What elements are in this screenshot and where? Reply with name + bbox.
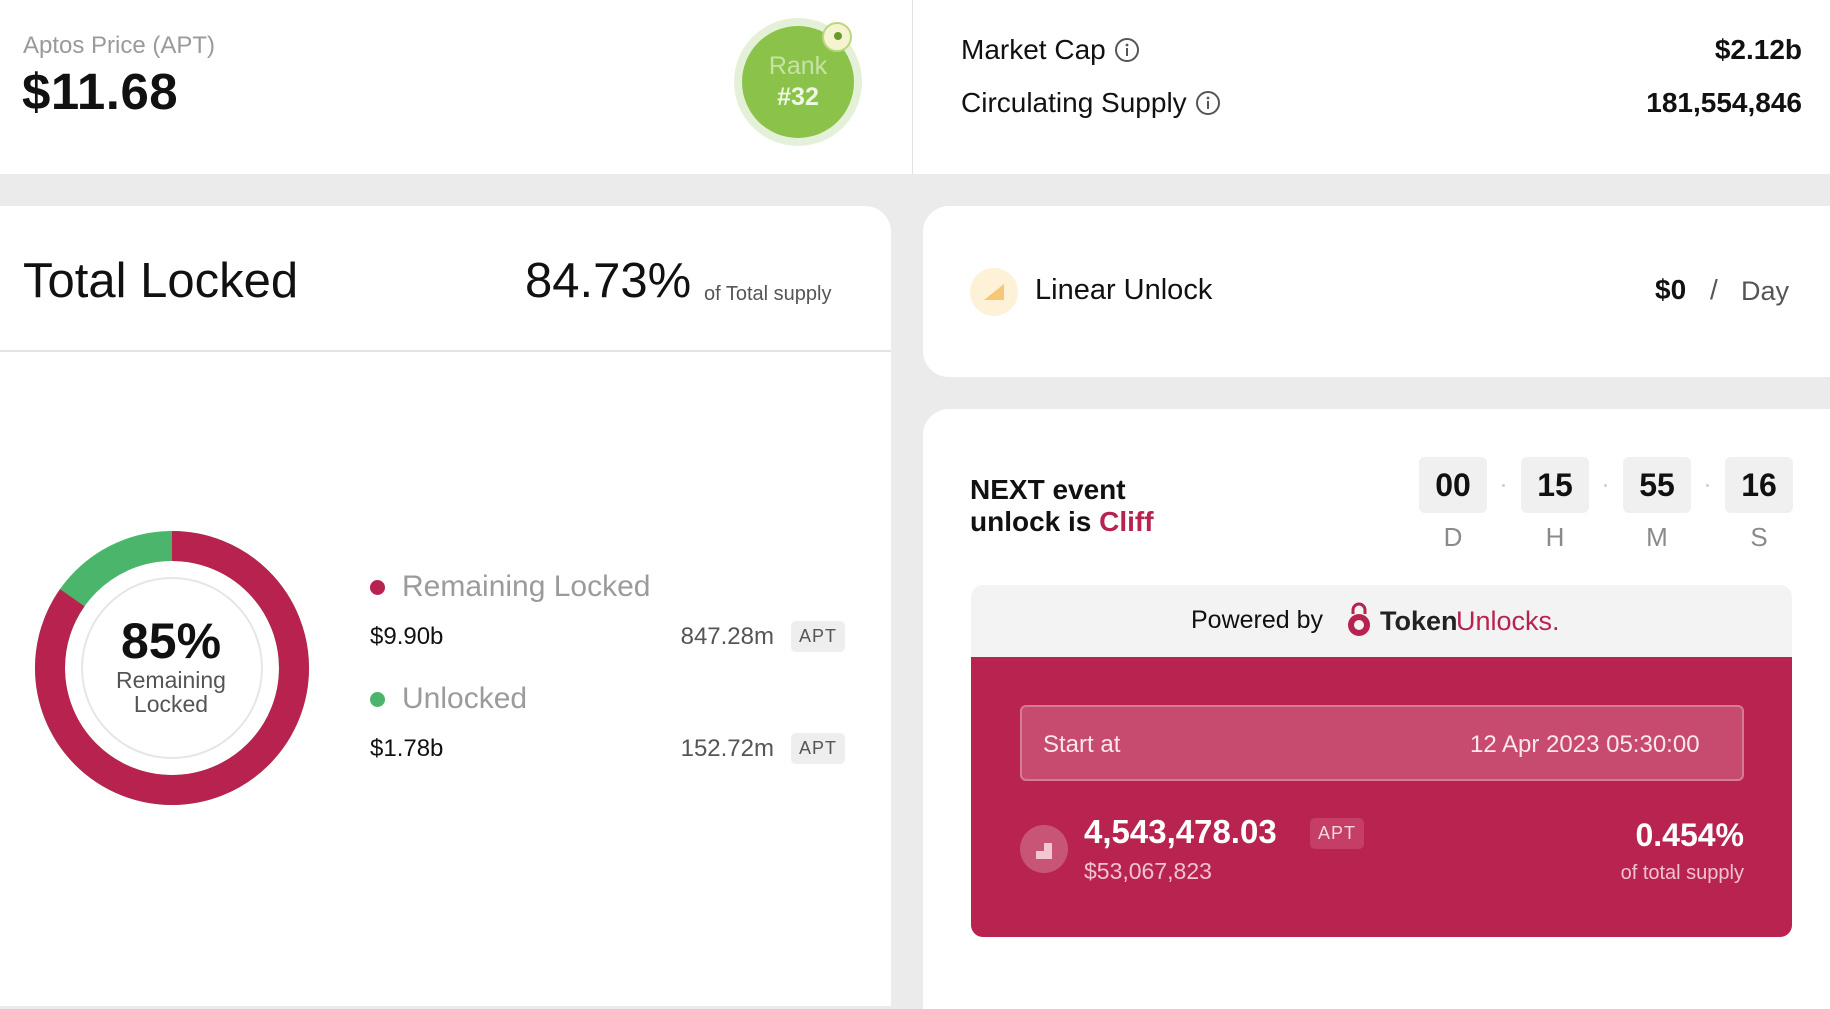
linear-ramp-icon xyxy=(984,284,1004,300)
rank-label: Rank xyxy=(768,52,828,80)
unlocked-amount: 152.72m xyxy=(680,735,774,762)
event-unlock-usd: $53,067,823 xyxy=(1084,858,1212,884)
price-label: Aptos Price (APT) xyxy=(23,32,216,59)
remaining-locked-amount: 847.28m xyxy=(680,623,774,650)
next-event-title: NEXT event unlock is Cliff xyxy=(970,474,1154,538)
linear-unlock-icon xyxy=(970,268,1018,316)
top-stats-bar xyxy=(0,0,1830,174)
next-event-type: Cliff xyxy=(1099,506,1154,537)
countdown-separator xyxy=(1502,484,1505,487)
cliff-unlock-icon xyxy=(1020,825,1068,873)
countdown-separator xyxy=(1604,484,1607,487)
event-unlock-percent: 0.454% xyxy=(1635,817,1744,853)
price-value: $11.68 xyxy=(22,63,179,120)
tokenunlocks-brand-token[interactable]: Token xyxy=(1380,606,1458,637)
tokenunlocks-logo-icon[interactable] xyxy=(1345,600,1373,638)
market-cap-row: Market Cap xyxy=(961,34,1140,66)
linear-unlock-separator: / xyxy=(1710,274,1718,305)
circulating-supply-label: Circulating Supply xyxy=(961,87,1187,118)
info-icon[interactable] xyxy=(1195,90,1221,116)
event-start-date: 12 Apr 2023 05:30:00 xyxy=(1470,731,1700,758)
donut-center-label-line2: Locked xyxy=(133,691,209,717)
unlocked-dot xyxy=(370,692,385,707)
card-header-divider xyxy=(0,350,891,352)
linear-unlock-unit: Day xyxy=(1741,276,1790,306)
linear-unlock-label: Linear Unlock xyxy=(1035,274,1213,306)
linear-unlock-value: $0 xyxy=(1655,274,1687,305)
unlocked-usd: $1.78b xyxy=(370,735,444,762)
circulating-supply-row: Circulating Supply xyxy=(961,87,1221,119)
countdown-minutes-label: M xyxy=(1646,522,1668,552)
countdown-seconds-label: S xyxy=(1750,522,1768,552)
countdown-seconds: 16 xyxy=(1725,457,1793,513)
next-event-title-line2: unlock is Cliff xyxy=(970,506,1154,538)
donut-center-label-line1: Remaining xyxy=(116,667,226,693)
next-event-title-line1: NEXT event xyxy=(970,474,1126,505)
countdown-minutes: 55 xyxy=(1623,457,1691,513)
countdown-days-label: D xyxy=(1443,522,1463,552)
unlocked-label: Unlocked xyxy=(402,682,528,715)
countdown-separator xyxy=(1706,484,1709,487)
total-locked-title: Total Locked xyxy=(23,254,299,308)
event-details-panel xyxy=(971,657,1792,937)
rank-value: #32 xyxy=(777,83,819,111)
total-locked-percent-caption: of Total supply xyxy=(704,283,832,305)
donut-center-label: Remaining Locked xyxy=(96,668,246,716)
market-cap-label: Market Cap xyxy=(961,34,1106,65)
event-token-tag: APT xyxy=(1310,818,1365,849)
powered-by-label: Powered by xyxy=(1191,606,1324,634)
countdown-hours: 15 xyxy=(1521,457,1589,513)
market-cap-value: $2.12b xyxy=(1714,34,1802,65)
remaining-locked-token-tag: APT xyxy=(791,621,846,652)
next-event-title-prefix: unlock is xyxy=(970,506,1092,537)
event-unlock-percent-caption: of total supply xyxy=(1620,862,1744,884)
top-bar-divider xyxy=(912,0,913,174)
total-locked-percent: 84.73% xyxy=(525,254,692,308)
unlocked-token-tag: APT xyxy=(791,733,846,764)
remaining-locked-label: Remaining Locked xyxy=(402,570,651,603)
donut-center-percent: 85% xyxy=(120,613,222,669)
rank-medal-icon xyxy=(822,22,852,52)
countdown-days: 00 xyxy=(1419,457,1487,513)
remaining-locked-usd: $9.90b xyxy=(370,623,444,650)
remaining-locked-dot xyxy=(370,580,385,595)
rank-medal-dot xyxy=(834,32,842,40)
event-unlock-amount: 4,543,478.03 xyxy=(1084,813,1277,850)
tokenunlocks-brand-unlocks[interactable]: Unlocks. xyxy=(1456,606,1560,637)
event-start-label: Start at xyxy=(1043,731,1121,758)
info-icon[interactable] xyxy=(1114,37,1140,63)
cliff-step-icon xyxy=(1036,843,1052,859)
countdown-hours-label: H xyxy=(1545,522,1565,552)
circulating-supply-value: 181,554,846 xyxy=(1646,87,1802,118)
